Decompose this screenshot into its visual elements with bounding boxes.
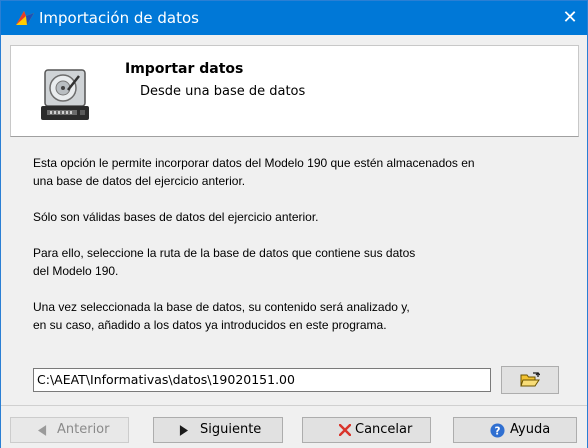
cancel-x-icon: [339, 424, 351, 436]
browse-folder-button[interactable]: [501, 366, 559, 394]
close-button[interactable]: ✕: [553, 1, 587, 35]
description-line: en su caso, añadido a los datos ya intro…: [33, 318, 387, 332]
close-icon: ✕: [562, 7, 578, 28]
title-bar[interactable]: Importación de datos ✕: [1, 1, 587, 35]
next-button[interactable]: Siguiente: [153, 417, 283, 443]
button-bar: Anterior Siguiente Cancelar ? Ayuda: [1, 405, 587, 448]
header-subtitle: Desde una base de datos: [140, 84, 306, 99]
window-title: Importación de datos: [39, 9, 199, 27]
open-folder-icon: [520, 372, 540, 387]
description-line: Una vez seleccionada la base de datos, s…: [33, 300, 410, 314]
description-line: Sólo son válidas bases de datos del ejer…: [33, 210, 319, 224]
arrow-right-icon: [179, 425, 188, 436]
description-line: Esta opción le permite incorporar datos …: [33, 156, 475, 170]
header-title: Importar datos: [125, 61, 244, 77]
cancel-button[interactable]: Cancelar: [302, 417, 431, 443]
help-label: Ayuda: [510, 422, 551, 437]
hard-disk-icon: [41, 69, 89, 120]
cancel-label: Cancelar: [355, 422, 413, 437]
help-question-icon: ?: [490, 423, 505, 438]
description-panel: Esta opción le permite incorporar datos …: [10, 140, 577, 350]
arrow-left-icon: [38, 425, 47, 436]
previous-button[interactable]: Anterior: [10, 417, 129, 443]
database-path-input[interactable]: C:\AEAT\Informativas\datos\19020151.00: [33, 368, 491, 392]
next-label: Siguiente: [200, 422, 262, 437]
previous-label: Anterior: [57, 422, 110, 437]
app-logo-icon: [16, 11, 34, 25]
dialog-content: Importar datos Desde una base de datos E…: [10, 45, 579, 395]
description-line: una base de datos del ejercicio anterior…: [33, 174, 246, 188]
svg-text:?: ?: [495, 425, 501, 437]
help-button[interactable]: ? Ayuda: [453, 417, 577, 443]
dialog-window: Importación de datos ✕ Importar datos De…: [0, 0, 588, 448]
description-line: del Modelo 190.: [33, 264, 119, 278]
wizard-header: Importar datos Desde una base de datos: [10, 45, 579, 137]
description-line: Para ello, seleccione la ruta de la base…: [33, 246, 416, 260]
